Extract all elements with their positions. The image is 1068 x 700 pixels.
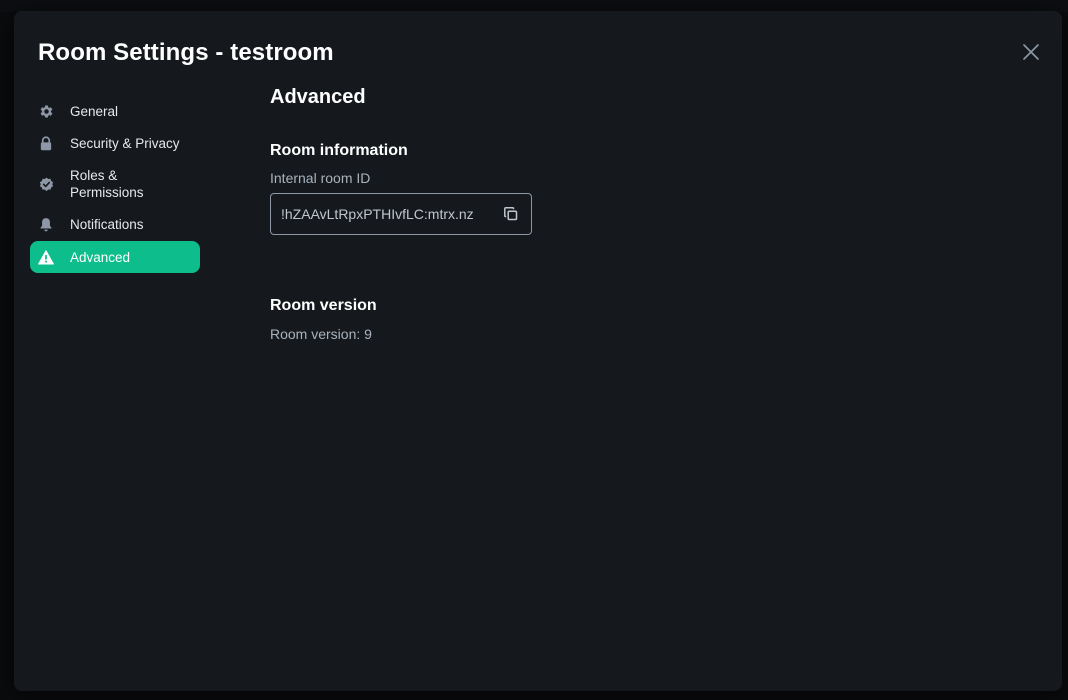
settings-sidebar: General Security & Privacy Roles & Permi… <box>30 95 200 274</box>
sidebar-item-notifications[interactable]: Notifications <box>30 209 200 241</box>
dialog-title: Room Settings - testroom <box>38 39 334 66</box>
bell-icon <box>38 217 54 233</box>
shield-check-icon <box>38 176 54 192</box>
room-version-section: Room version Room version: 9 <box>270 296 377 342</box>
room-settings-dialog: Room Settings - testroom General Securit… <box>14 11 1062 691</box>
lock-icon <box>38 136 54 152</box>
sidebar-item-general[interactable]: General <box>30 95 200 127</box>
close-icon <box>1023 44 1039 60</box>
room-version-text: Room version: 9 <box>270 326 372 342</box>
copy-button[interactable] <box>503 206 519 222</box>
sidebar-item-label: General <box>70 103 119 119</box>
warning-icon <box>38 249 54 265</box>
internal-room-id-label: Internal room ID <box>270 170 371 186</box>
close-button[interactable] <box>1020 41 1042 63</box>
sidebar-item-advanced[interactable]: Advanced <box>30 241 200 273</box>
room-version-title: Room version <box>270 297 377 314</box>
copy-icon <box>504 207 518 221</box>
sidebar-item-security-privacy[interactable]: Security & Privacy <box>30 128 200 160</box>
sidebar-item-label: Roles & Permissions <box>70 168 144 200</box>
room-id-value[interactable]: !hZAAvLtRpxPTHIvfLC:mtrx.nz <box>281 206 503 222</box>
room-id-field[interactable]: !hZAAvLtRpxPTHIvfLC:mtrx.nz <box>270 193 532 235</box>
section-title: Advanced <box>270 86 366 108</box>
sidebar-item-label: Advanced <box>70 249 131 265</box>
sidebar-item-label: Security & Privacy <box>70 136 180 151</box>
room-information-section: Room information Internal room ID !hZAAv… <box>270 141 532 235</box>
sidebar-item-label: Notifications <box>70 217 144 232</box>
settings-content: Advanced Room information Internal room … <box>270 85 1030 342</box>
sidebar-item-roles-permissions[interactable]: Roles & Permissions <box>30 160 200 208</box>
gear-icon <box>38 103 54 119</box>
room-information-title: Room information <box>270 142 408 159</box>
